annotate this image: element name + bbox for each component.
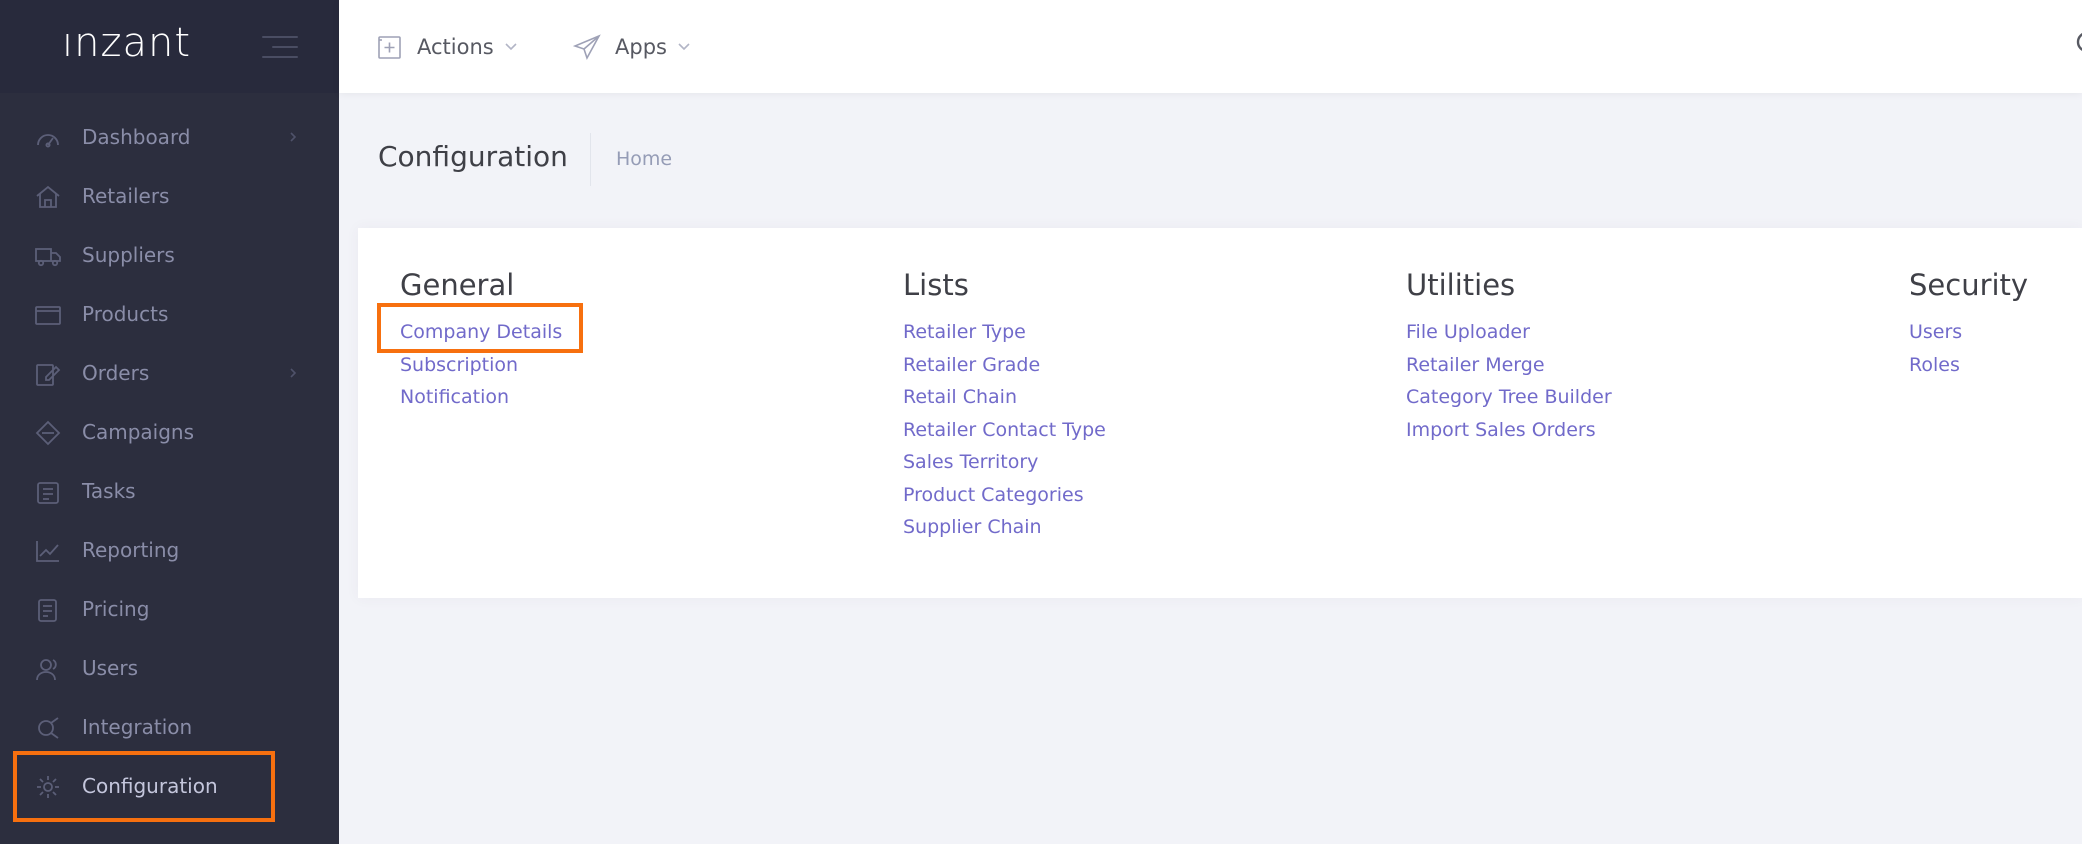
sidebar-item-label: Suppliers	[82, 243, 175, 267]
chevron-right-icon	[290, 368, 297, 378]
section-title: General	[400, 268, 515, 302]
link-roles[interactable]: Roles	[1909, 349, 2028, 382]
dashboard-icon	[37, 134, 59, 148]
section-security: Security Users Roles	[1909, 268, 2028, 381]
paper-plane-icon	[573, 34, 601, 60]
plug-icon	[38, 717, 59, 739]
sidebar-item-label: Dashboard	[82, 125, 191, 149]
section-utilities: Utilities File Uploader Retailer Merge C…	[1406, 268, 1612, 446]
sidebar-item-users[interactable]: Users	[0, 639, 339, 698]
page-title: Configuration	[378, 140, 568, 173]
sidebar-item-label: Campaigns	[82, 420, 195, 444]
breadcrumb-home[interactable]: Home	[616, 148, 672, 170]
section-lists: Lists Retailer Type Retailer Grade Retai…	[903, 268, 1106, 544]
sidebar-item-orders[interactable]: Orders	[0, 344, 339, 403]
highlight-company-details	[377, 303, 583, 353]
link-retailer-contact-type[interactable]: Retailer Contact Type	[903, 414, 1106, 447]
title-divider	[590, 133, 591, 186]
diamond-icon	[35, 420, 61, 446]
sidebar: ınzant Dashboard Retailers Suppliers Pro…	[0, 0, 339, 844]
link-sales-territory[interactable]: Sales Territory	[903, 446, 1106, 479]
sidebar-item-label: Pricing	[82, 597, 150, 621]
link-import-sales-orders[interactable]: Import Sales Orders	[1406, 414, 1612, 447]
link-notification[interactable]: Notification	[400, 381, 562, 414]
sidebar-item-dashboard[interactable]: Dashboard	[0, 108, 339, 167]
link-retailer-merge[interactable]: Retailer Merge	[1406, 349, 1612, 382]
chevron-down-icon	[505, 43, 517, 51]
sidebar-item-products[interactable]: Products	[0, 285, 339, 344]
actions-dropdown[interactable]: Actions	[377, 32, 518, 62]
link-retailer-type[interactable]: Retailer Type	[903, 316, 1106, 349]
add-square-icon	[378, 36, 401, 59]
clipboard-icon	[37, 482, 59, 504]
sidebar-item-campaigns[interactable]: Campaigns	[0, 403, 339, 462]
link-product-categories[interactable]: Product Categories	[903, 479, 1106, 512]
link-retail-chain[interactable]: Retail Chain	[903, 381, 1106, 414]
link-retailer-grade[interactable]: Retailer Grade	[903, 349, 1106, 382]
link-category-tree-builder[interactable]: Category Tree Builder	[1406, 381, 1612, 414]
sidebar-item-label: Tasks	[82, 479, 136, 503]
price-tag-icon	[38, 599, 57, 622]
search-icon[interactable]	[2074, 30, 2082, 56]
sidebar-item-label: Orders	[82, 361, 150, 385]
sidebar-item-integration[interactable]: Integration	[0, 698, 339, 757]
sidebar-item-label: Products	[82, 302, 169, 326]
home-icon	[36, 185, 60, 208]
sidebar-item-label: Users	[82, 656, 139, 680]
sidebar-item-label: Integration	[82, 715, 193, 739]
configuration-card: General Company Details Subscription Not…	[358, 228, 2082, 598]
chevron-right-icon	[290, 132, 297, 142]
link-file-uploader[interactable]: File Uploader	[1406, 316, 1612, 349]
highlight-configuration	[13, 751, 275, 822]
subheader: Configuration Home	[339, 93, 2082, 228]
sidebar-item-label: Reporting	[82, 538, 180, 562]
sidebar-nav: Dashboard Retailers Suppliers Products O…	[0, 108, 339, 816]
sidebar-item-retailers[interactable]: Retailers	[0, 167, 339, 226]
link-users[interactable]: Users	[1909, 316, 2028, 349]
users-icon	[36, 659, 57, 681]
brand-bar: ınzant	[0, 0, 339, 93]
sidebar-item-pricing[interactable]: Pricing	[0, 580, 339, 639]
chevron-down-icon	[678, 43, 690, 51]
apps-label: Apps	[615, 35, 667, 59]
sidebar-item-suppliers[interactable]: Suppliers	[0, 226, 339, 285]
section-title: Security	[1909, 268, 2029, 302]
sidebar-item-tasks[interactable]: Tasks	[0, 462, 339, 521]
actions-label: Actions	[417, 35, 494, 59]
truck-icon	[35, 248, 61, 267]
link-subscription[interactable]: Subscription	[400, 349, 562, 382]
link-supplier-chain[interactable]: Supplier Chain	[903, 511, 1106, 544]
top-header: Actions Apps	[339, 0, 2082, 93]
chart-line-icon	[36, 541, 59, 562]
sidebar-item-reporting[interactable]: Reporting	[0, 521, 339, 580]
edit-icon	[36, 364, 61, 386]
brand-logo[interactable]: ınzant	[62, 20, 191, 66]
section-title: Lists	[903, 268, 969, 302]
apps-dropdown[interactable]: Apps	[573, 32, 691, 62]
section-title: Utilities	[1406, 268, 1516, 302]
sidebar-item-label: Retailers	[82, 184, 170, 208]
menu-toggle-icon[interactable]	[262, 36, 298, 60]
box-icon	[35, 306, 61, 325]
